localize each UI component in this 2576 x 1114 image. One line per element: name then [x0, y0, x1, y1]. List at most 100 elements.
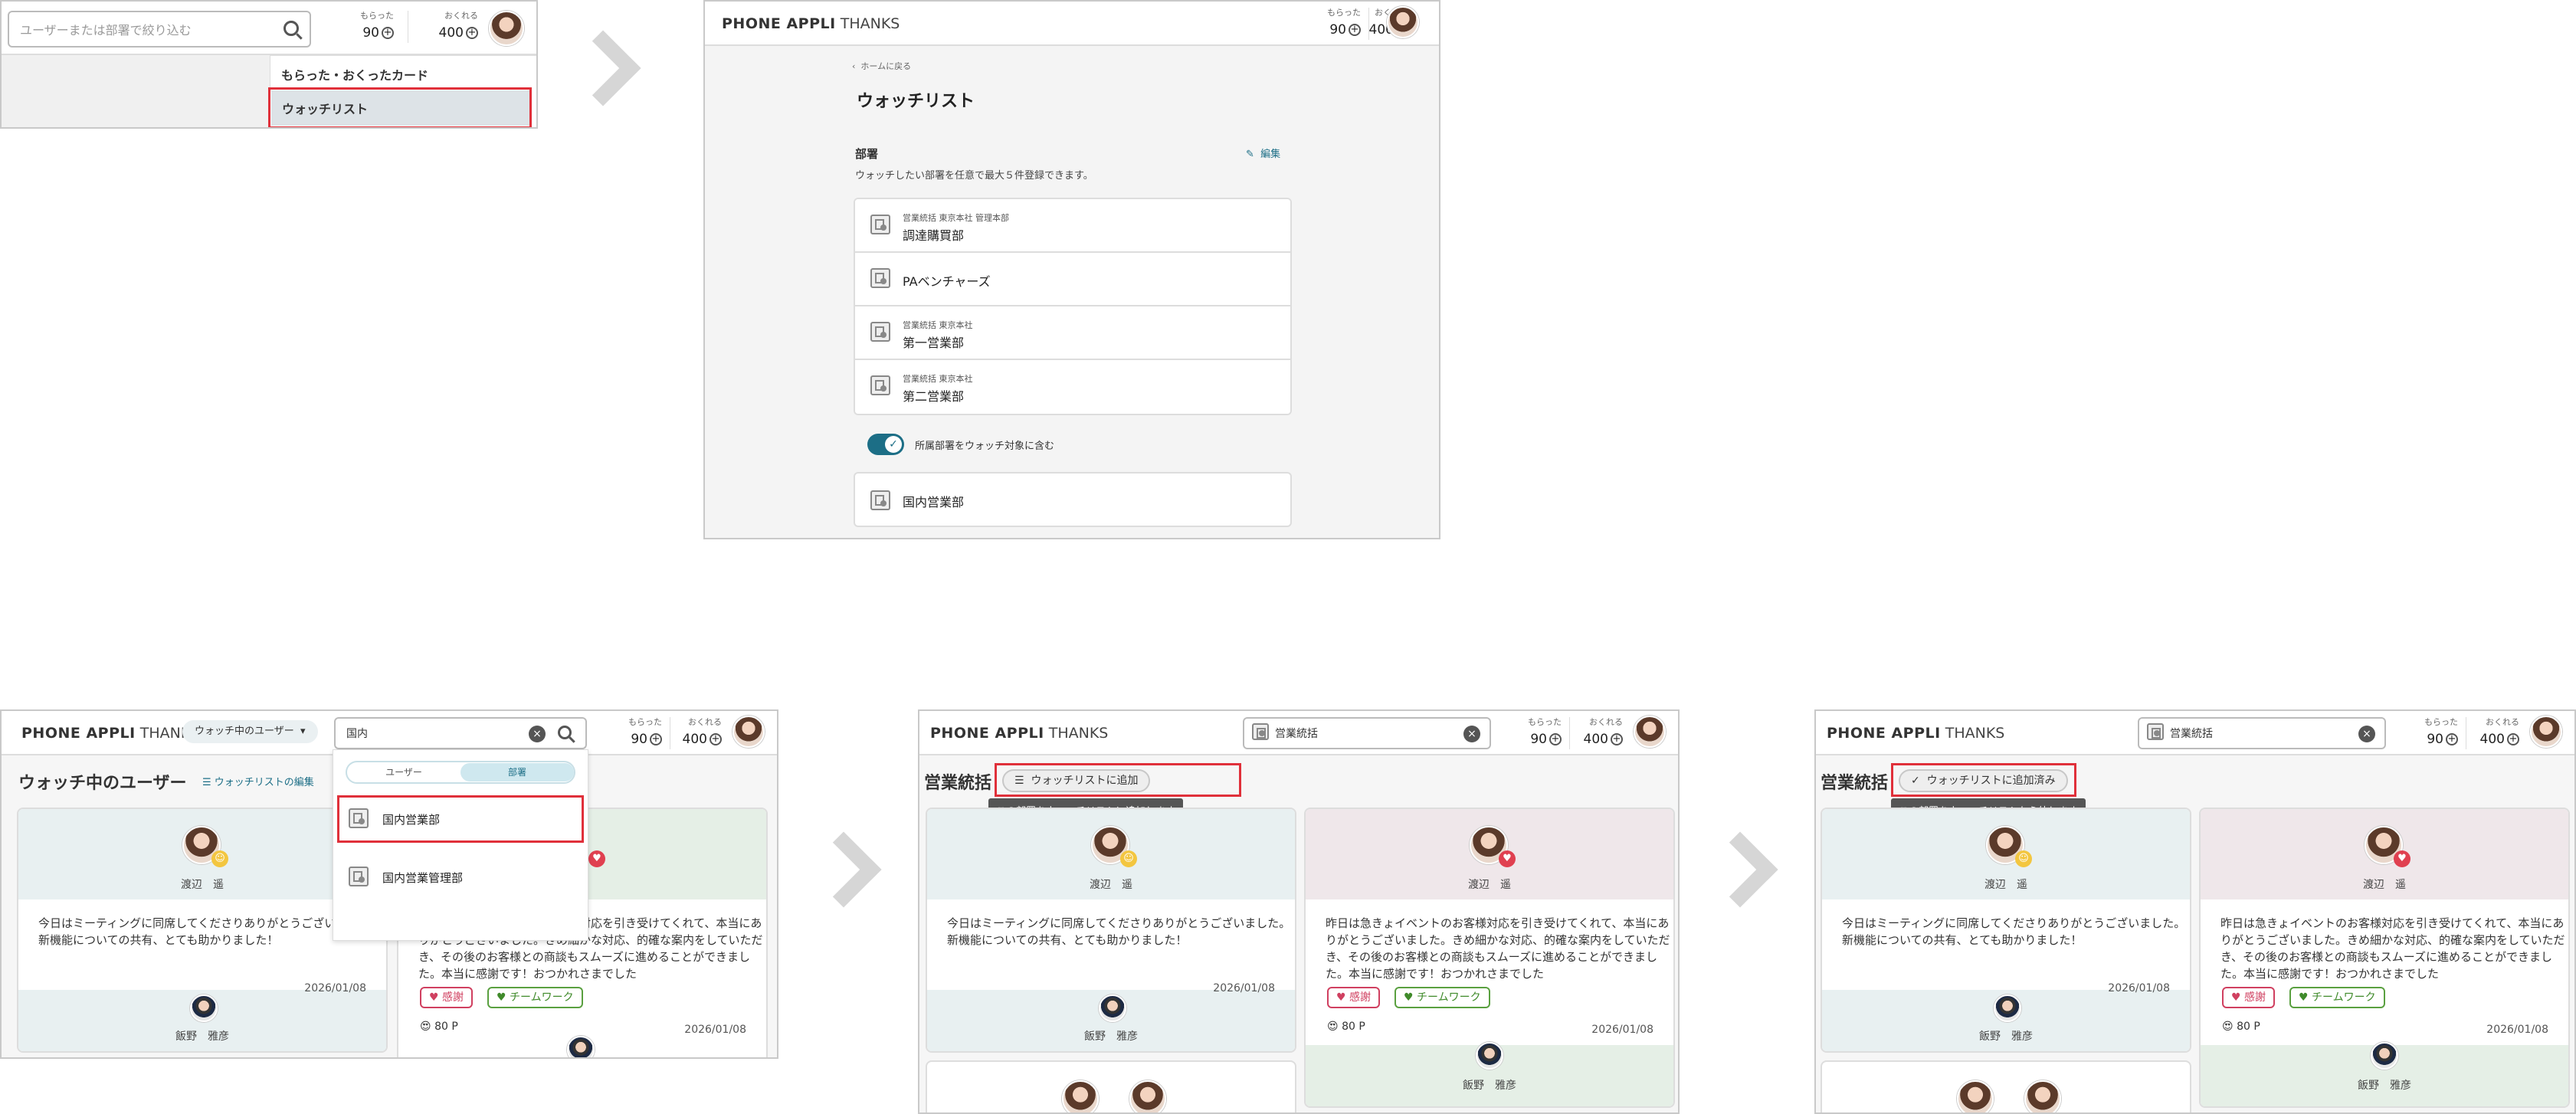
segment-department[interactable]: 部署 — [460, 763, 574, 781]
recipient-name: 渡辺 遥 — [2363, 879, 2406, 891]
heart-icon: ♥ — [2394, 850, 2410, 867]
department-icon — [870, 375, 890, 395]
avatar[interactable] — [489, 11, 524, 46]
back-link[interactable]: ‹ ホームに戻る — [852, 60, 911, 72]
search-icon[interactable] — [558, 726, 572, 739]
thanks-card[interactable]: ♥ 渡辺 遥 昨日は急きょイベントのお客様対応を引き受けてくれて、本当にあ りが… — [2199, 808, 2570, 1108]
send-points: おくれる400+ — [2479, 717, 2519, 747]
department-icon — [1252, 723, 1269, 740]
recipient-name: 渡辺 遥 — [181, 879, 224, 891]
list-item[interactable]: 営業統括 東京本社 第二営業部 — [855, 360, 1290, 414]
search-input[interactable]: 国内 × — [334, 717, 587, 749]
tag-thanks: ♥ 感謝 — [420, 987, 474, 1008]
panel-dept-add: PHONE APPLI THANKS 営業統括 × もらった 90 + おくれる 400… — [918, 709, 1680, 1114]
pencil-icon: ✎ — [1246, 149, 1254, 160]
card-date: 2026/01/08 — [304, 982, 366, 994]
highlight-box — [1891, 763, 2076, 797]
menu-item-cards[interactable]: もらった・おくったカード — [281, 65, 428, 84]
list-item[interactable]: PAベンチャーズ — [855, 253, 1290, 306]
department-icon — [870, 322, 890, 342]
avatar[interactable] — [1634, 716, 1666, 748]
own-department: 国内営業部 — [854, 472, 1292, 527]
recipient-name: 渡辺 遥 — [1468, 879, 1511, 891]
search-dropdown: ユーザー 部署 国内営業部 国内営業管理部 — [333, 749, 588, 941]
check-icon: ✓ — [885, 436, 902, 453]
points-icon: + — [2446, 733, 2458, 745]
points-icon: + — [710, 733, 722, 745]
received-points: もらった 90 + — [360, 11, 394, 41]
card-date: 2026/01/08 — [2108, 982, 2170, 994]
avatar — [567, 1036, 595, 1057]
recipient-name: 渡辺 遥 — [1984, 879, 2027, 891]
list-edit-icon: ☰ — [202, 777, 211, 788]
page-title: 営業統括 — [924, 774, 992, 793]
avatar[interactable] — [732, 716, 765, 748]
thanks-card[interactable]: ☺ 渡辺 遥 今日はミーティングに同席してくださりありがとうございました。 新機… — [1821, 808, 2191, 1053]
smile-icon: ☺ — [1120, 850, 1137, 867]
header: PHONE APPLI THANKS 営業統括 × もらった 90 + おくれる 400… — [919, 711, 1678, 755]
heart-icon: ♥ — [588, 850, 605, 867]
received-points: もらった 90 + — [628, 717, 662, 747]
avatar[interactable] — [1387, 6, 1419, 38]
avatar — [1099, 994, 1126, 1022]
department-icon — [349, 867, 369, 886]
list-item[interactable]: 営業統括 東京本社 管理本部 調達購買部 — [855, 199, 1290, 253]
highlight-box — [268, 87, 532, 127]
watchlist-edit-link[interactable]: ☰ ウォッチリストの編集 — [202, 774, 314, 788]
search-input[interactable]: 営業統括 × — [2138, 717, 2386, 749]
send-points: おくれる400+ — [1583, 717, 1623, 747]
avatar — [2371, 1042, 2398, 1070]
panel-menu: ユーザーまたは部署で絞り込む もらった 90 + おくれる 400 + もらった・おくっ… — [0, 0, 538, 129]
points-icon: + — [2507, 733, 2519, 745]
tag-teamwork: ♥ チームワーク — [487, 987, 583, 1008]
thanks-card[interactable] — [926, 1060, 1296, 1112]
tag-thanks: ♥ 感謝 — [2222, 987, 2276, 1008]
received-points: もらった 90 + — [2424, 717, 2458, 747]
include-own-toggle[interactable]: ✓ — [867, 434, 904, 455]
result-item[interactable]: 国内営業管理部 — [341, 857, 580, 899]
points-received: 😍 80 P — [2222, 1021, 2260, 1033]
thanks-card[interactable]: ☺ 渡辺 遥 今日はミーティングに同席してくださりありがとうございました。 新機… — [926, 808, 1296, 1053]
heart-icon: ♥ — [1499, 850, 1516, 867]
points-icon: + — [1549, 733, 1562, 745]
points-icon: + — [1349, 24, 1361, 36]
send-points: おくれる400+ — [682, 717, 722, 747]
card-date: 2026/01/08 — [1591, 1024, 1653, 1036]
department-list: 営業統括 東京本社 管理本部 調達購買部 PAベンチャーズ 営業統括 東京本社 第一… — [854, 198, 1292, 415]
avatar[interactable] — [2530, 716, 2562, 748]
avatar — [1957, 1080, 1994, 1112]
filter-dropdown[interactable]: ウォッチ中のユーザー ▾ — [182, 720, 318, 743]
avatar — [2024, 1080, 2061, 1112]
card-message: 昨日は急きょイベントのお客様対応を引き受けてくれて、本当にあ りがとうございまし… — [1326, 916, 1670, 981]
thanks-card[interactable]: ♥ 渡辺 遥 昨日は急きょイベントのお客様対応を引き受けてくれて、本当にあ りが… — [1304, 808, 1675, 1108]
clear-icon[interactable]: × — [1463, 726, 1480, 742]
edit-button[interactable]: ✎ 編集 — [1246, 146, 1280, 160]
logo[interactable]: PHONE APPLI THANKS — [1827, 725, 2004, 742]
recipient-name: 渡辺 遥 — [1090, 879, 1132, 891]
clear-icon[interactable]: × — [2358, 726, 2375, 742]
logo[interactable]: PHONE APPLI THANKS — [21, 725, 199, 742]
search-placeholder: ユーザーまたは部署で絞り込む — [20, 23, 192, 38]
chevron-right-icon — [565, 30, 641, 106]
received-points: もらった 90 + — [1327, 8, 1361, 38]
logo[interactable]: PHONE APPLI THANKS — [722, 15, 900, 32]
thanks-card[interactable] — [1821, 1060, 2191, 1112]
smile-icon: 😍 — [1327, 1021, 1339, 1033]
search-input[interactable]: ユーザーまたは部署で絞り込む — [8, 11, 311, 48]
points-received: 😍 80 P — [420, 1021, 458, 1033]
department-icon — [870, 490, 890, 510]
search-input[interactable]: 営業統括 × — [1243, 717, 1491, 749]
clear-icon[interactable]: × — [529, 726, 546, 742]
toggle-label: 所属部署をウォッチ対象に含む — [915, 441, 1055, 452]
logo[interactable]: PHONE APPLI THANKS — [930, 725, 1108, 742]
list-item[interactable]: 営業統括 東京本社 第一営業部 — [855, 306, 1290, 360]
card-message: 今日はミーティングに同席してくださりありがとうございました。 新機能についての共… — [1842, 916, 2186, 947]
segment-user[interactable]: ユーザー — [347, 762, 460, 782]
search-icon[interactable] — [283, 21, 299, 36]
send-points: おくれる400+ — [438, 11, 478, 41]
points-icon: + — [650, 733, 662, 745]
card-message: 今日はミーティングに同席してくださりありがとうございました。 新機能についての共… — [38, 916, 382, 947]
page-title: 営業統括 — [1821, 774, 1889, 793]
sender-name: 飯野 雅彦 — [175, 1030, 229, 1043]
card-date: 2026/01/08 — [1213, 982, 1275, 994]
